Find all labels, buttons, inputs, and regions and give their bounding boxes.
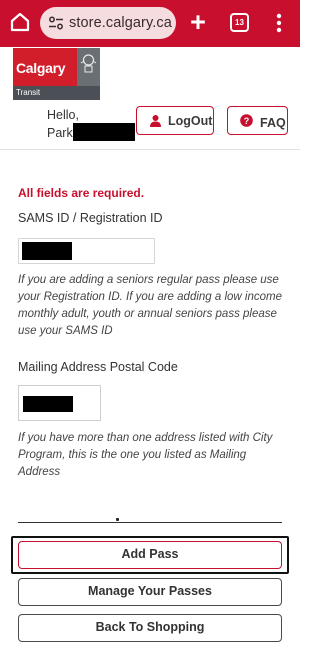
redacted-postal-code [23,396,73,412]
home-icon[interactable] [8,10,32,34]
browser-toolbar: store.calgary.ca + 13 [0,0,300,47]
postal-code-label: Mailing Address Postal Code [18,360,178,374]
cursor-dot [116,518,119,521]
url-text: store.calgary.ca [69,15,172,31]
logout-button[interactable]: LogOut [136,106,214,135]
faq-label: FAQ [260,116,286,130]
postal-code-input[interactable] [18,385,101,421]
sams-id-input[interactable] [18,238,155,264]
question-icon: ? [240,114,253,127]
greeting-name: Park, [47,126,77,140]
logo-subtitle: Transit [16,88,41,97]
tab-switcher-button[interactable]: 13 [230,13,249,32]
required-note: All fields are required. [18,186,145,200]
user-icon [150,115,161,127]
sams-id-help: If you are adding a seniors regular pass… [18,274,282,337]
back-to-shopping-button[interactable]: Back To Shopping [18,614,282,642]
redacted-sams-id [22,242,72,260]
faq-button[interactable]: ? FAQ [227,106,288,135]
postal-code-help: If you have more than one address listed… [18,432,273,478]
sams-id-label: SAMS ID / Registration ID [18,211,163,225]
crest-icon [77,48,100,86]
logout-label: LogOut [168,114,213,128]
calgary-transit-logo[interactable]: Calgary Transit [13,48,100,100]
signature-line [18,522,282,523]
header-divider [0,149,300,150]
redacted-name [73,123,135,141]
manage-passes-button[interactable]: Manage Your Passes [18,578,282,606]
new-tab-icon[interactable]: + [186,9,210,36]
svg-text:?: ? [244,116,250,126]
address-bar[interactable]: store.calgary.ca [40,7,176,39]
more-options-icon[interactable] [270,12,288,34]
greeting-text: Hello, [47,108,79,122]
site-settings-icon[interactable] [48,15,64,31]
add-pass-button[interactable]: Add Pass [18,541,282,569]
logo-name: Calgary [16,60,66,76]
